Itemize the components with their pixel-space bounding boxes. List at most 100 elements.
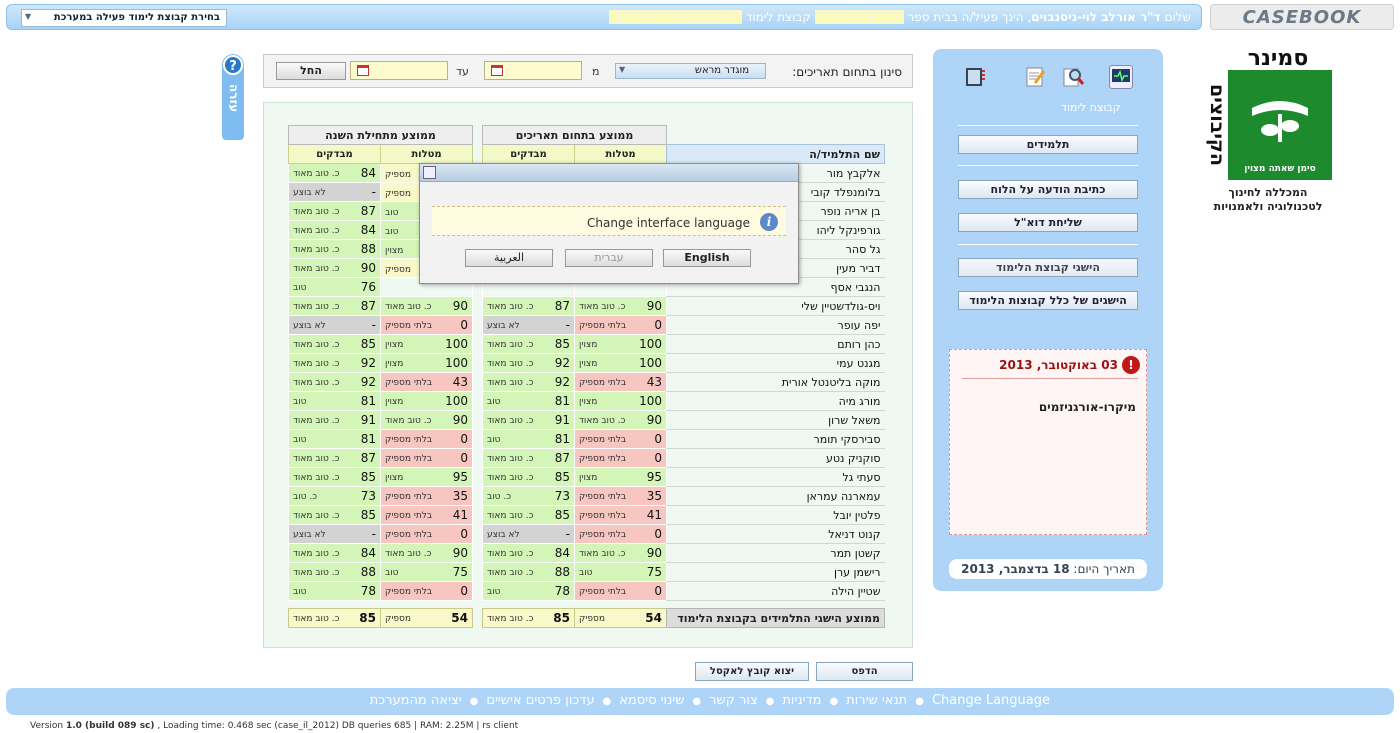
- range-tasks-cell: 41 בלתי מספיק: [574, 505, 667, 525]
- year-tasks-cell: 41 בלתי מספיק: [380, 505, 473, 525]
- year-tests-cell: 73 כ. טוב: [288, 486, 381, 506]
- footer-link[interactable]: תנאי שירות: [846, 693, 907, 708]
- grade-value: 100: [445, 356, 468, 370]
- year-tasks-cell: 95 מצוין: [380, 467, 473, 487]
- grade-label: כ. טוב מאוד: [293, 207, 340, 217]
- range-tasks-header: מטלות: [574, 144, 667, 164]
- table-row[interactable]: סעתי גל 95 מצוין 85 כ. טוב מאוד 95 מצוין 85 כ. ט…: [288, 467, 885, 487]
- footer-link[interactable]: יציאה מהמערכת: [370, 693, 462, 708]
- student-name[interactable]: סוקניק נטע: [666, 448, 885, 468]
- year-tests-cell: 85 כ. טוב מאוד: [288, 505, 381, 525]
- student-name[interactable]: קנוט דניאל: [666, 524, 885, 544]
- window-icon: [423, 166, 436, 179]
- arabic-button[interactable]: العربية: [465, 249, 553, 267]
- grade-label: בלתי מספיק: [579, 454, 627, 464]
- student-name[interactable]: יפה עופר: [666, 315, 885, 335]
- hebrew-button[interactable]: עברית: [565, 249, 653, 267]
- table-row[interactable]: מוקה בליטנטל אורית 43 בלתי מספיק 92 כ. טוב מ…: [288, 372, 885, 392]
- notice-text[interactable]: מיקרו-אורגניזמים: [1039, 400, 1136, 414]
- grade-value: 81: [554, 394, 570, 408]
- table-row[interactable]: יפה עופר 0 בלתי מספיק - לא בוצע 0 בלתי מספיק - ל…: [288, 315, 885, 335]
- column-gap: [473, 544, 483, 563]
- student-name[interactable]: רישמן ערן: [666, 562, 885, 582]
- table-row[interactable]: סבירסקי תומר 0 בלתי מספיק 81 טוב 0 בלתי מספיק 8…: [288, 429, 885, 449]
- grade-value: 90: [452, 413, 468, 427]
- bullet-icon: ●: [829, 696, 839, 707]
- footer-link[interactable]: עדכון פרטים אישיים: [486, 693, 594, 708]
- group-achievements-button[interactable]: הישגי קבוצת הלימוד: [958, 258, 1138, 277]
- table-row[interactable]: עמארנה עמראן 35 בלתי מספיק 73 כ. טוב 35 בלתי מ…: [288, 486, 885, 506]
- address-book-icon[interactable]: [963, 65, 987, 89]
- student-name[interactable]: כהן רותם: [666, 334, 885, 354]
- table-row[interactable]: קנוט דניאל 0 בלתי מספיק - לא בוצע 0 בלתי מספיק…: [288, 524, 885, 544]
- student-name-header[interactable]: שם התלמיד/ה: [666, 144, 885, 164]
- students-button[interactable]: תלמידים: [958, 135, 1138, 154]
- range-tests-cell: 73 כ. טוב: [482, 486, 575, 506]
- help-icon[interactable]: ?: [223, 55, 243, 75]
- table-row[interactable]: פלטין יובל 41 בלתי מספיק 85 כ. טוב מאוד 41 בלת…: [288, 505, 885, 525]
- table-row[interactable]: משאל שרון 90 כ. טוב מאוד 91 כ. טוב מאוד 90 כ. …: [288, 410, 885, 430]
- post-board-button[interactable]: כתיבת הודעה על הלוח: [958, 180, 1138, 199]
- help-tab[interactable]: ? עזרה: [222, 54, 244, 140]
- grade-label: כ. טוב מאוד: [293, 473, 340, 483]
- student-name[interactable]: מורג מיה: [666, 391, 885, 411]
- footer-link[interactable]: צור קשר: [709, 693, 758, 708]
- grade-label: בלתי מספיק: [385, 511, 433, 521]
- calendar-icon[interactable]: [357, 65, 369, 76]
- student-name[interactable]: סעתי גל: [666, 467, 885, 487]
- table-row[interactable]: רישמן ערן 75 טוב 88 כ. טוב מאוד 75 טוב 88 כ. טוב…: [288, 562, 885, 582]
- from-date-input[interactable]: [484, 61, 582, 80]
- grade-label: בלתי מספיק: [385, 454, 433, 464]
- to-date-input[interactable]: [350, 61, 448, 80]
- send-email-button[interactable]: שליחת דוא"ל: [958, 213, 1138, 232]
- grade-value: 0: [460, 584, 468, 598]
- magnifier-icon[interactable]: [1061, 65, 1085, 89]
- period-select[interactable]: ▼ מוגדר מראש: [615, 63, 766, 79]
- table-row[interactable]: מגנט עמי 100 מצוין 92 כ. טוב מאוד 100 מצוין 92 כ…: [288, 353, 885, 373]
- notepad-pencil-icon[interactable]: [1023, 65, 1047, 89]
- grade-label: מצוין: [579, 359, 598, 369]
- apply-filter-button[interactable]: החל: [276, 62, 346, 80]
- table-row[interactable]: שטיין הילה 0 בלתי מספיק 78 טוב 0 בלתי מספיק 78 ט…: [288, 581, 885, 601]
- footer-link[interactable]: מדיניות: [782, 693, 821, 708]
- help-label[interactable]: עזרה: [225, 84, 241, 112]
- table-row[interactable]: סוקניק נטע 0 בלתי מספיק 87 כ. טוב מאוד 0 בלתי …: [288, 448, 885, 468]
- monitor-icon[interactable]: [1109, 65, 1133, 89]
- year-tests-cell: 87 כ. טוב מאוד: [288, 448, 381, 468]
- student-name[interactable]: מגנט עמי: [666, 353, 885, 373]
- grade-value: 75: [452, 565, 468, 579]
- grade-value: 100: [639, 337, 662, 351]
- active-group-select[interactable]: ▼ בחירת קבוצת לימוד פעילה במערכת: [21, 9, 227, 27]
- student-name[interactable]: מוקה בליטנטל אורית: [666, 372, 885, 392]
- year-tests-cell: 85 כ. טוב מאוד: [288, 334, 381, 354]
- column-gap: [473, 316, 483, 335]
- student-name[interactable]: סבירסקי תומר: [666, 429, 885, 449]
- student-name[interactable]: פלטין יובל: [666, 505, 885, 525]
- chevron-down-icon: ▼: [25, 12, 32, 21]
- grade-label: בלתי מספיק: [579, 321, 627, 331]
- student-name[interactable]: ויס-גולדשטיין שלי: [666, 296, 885, 316]
- student-name[interactable]: משאל שרון: [666, 410, 885, 430]
- student-name[interactable]: קשטן תמר: [666, 543, 885, 563]
- print-button[interactable]: הדפס: [816, 662, 913, 681]
- table-row[interactable]: ויס-גולדשטיין שלי 90 כ. טוב מאוד 87 כ. טוב מ…: [288, 296, 885, 316]
- grade-label: לא בוצע: [293, 321, 326, 331]
- table-row[interactable]: כהן רותם 100 מצוין 85 כ. טוב מאוד 100 מצוין 85 כ…: [288, 334, 885, 354]
- calendar-icon[interactable]: [491, 65, 503, 76]
- grade-label: מצוין: [579, 473, 598, 483]
- all-groups-achievements-button[interactable]: הישגים של כלל קבוצות הלימוד: [958, 291, 1138, 310]
- student-name[interactable]: עמארנה עמראן: [666, 486, 885, 506]
- year-tasks-cell: 0 בלתי מספיק: [380, 315, 473, 335]
- grade-value: 84: [360, 546, 376, 560]
- export-excel-button[interactable]: יצוא קובץ לאקסל: [695, 662, 809, 681]
- grade-value: 87: [554, 299, 570, 313]
- footer-link[interactable]: Change Language: [932, 693, 1050, 708]
- grade-label: כ. טוב מאוד: [385, 549, 432, 559]
- footer-link[interactable]: שינוי סיסמא: [619, 693, 684, 708]
- table-row[interactable]: מורג מיה 100 מצוין 81 טוב 100 מצוין 81 טוב: [288, 391, 885, 411]
- dialog-titlebar[interactable]: [420, 164, 798, 182]
- table-row[interactable]: קשטן תמר 90 כ. טוב מאוד 84 כ. טוב מאוד 90 כ. ט…: [288, 543, 885, 563]
- english-button[interactable]: English: [663, 249, 751, 267]
- grade-value: 54: [451, 611, 468, 625]
- student-name[interactable]: שטיין הילה: [666, 581, 885, 601]
